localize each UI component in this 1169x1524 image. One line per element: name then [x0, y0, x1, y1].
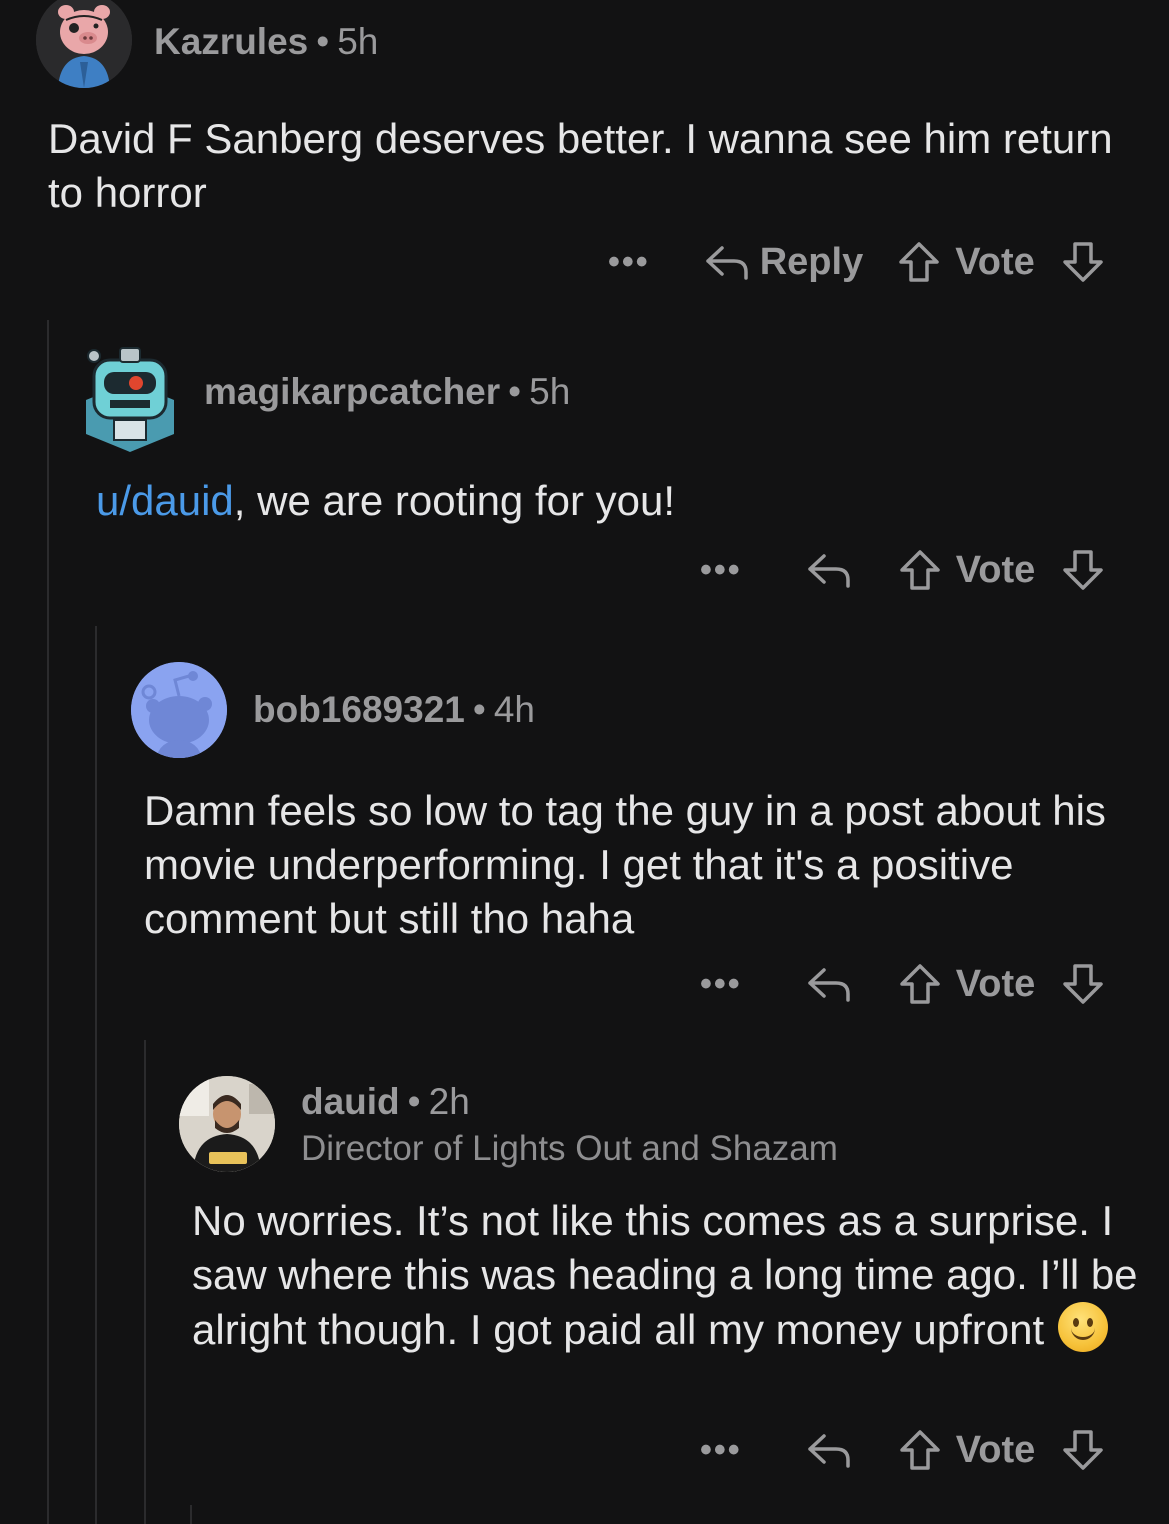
comment-bob1689321: bob1689321 • 4h Damn feels so low to tag t… — [131, 662, 1131, 946]
downvote-arrow-icon — [1062, 242, 1103, 282]
comment-body: No worries. It’s not like this comes as … — [192, 1194, 1142, 1357]
downvote-arrow-icon — [1063, 964, 1103, 1004]
timestamp: 5h — [337, 20, 379, 62]
meta-separator: • — [508, 370, 522, 412]
downvote-arrow-icon — [1063, 550, 1103, 590]
upvote-button[interactable] — [898, 548, 942, 592]
thread-line-level-3[interactable] — [144, 1040, 146, 1524]
reply-button[interactable] — [806, 550, 852, 590]
comment-actions: ••• Reply Vote — [608, 240, 1105, 284]
user-mention-link[interactable]: u/dauid — [96, 477, 234, 524]
reply-button[interactable]: Reply — [704, 241, 897, 284]
robot-avatar-icon — [86, 347, 174, 452]
timestamp: 2h — [428, 1080, 470, 1122]
avatar[interactable] — [80, 342, 180, 454]
timestamp: 5h — [529, 370, 571, 412]
comment-body: David F Sanberg deserves better. I wanna… — [48, 115, 1113, 216]
comment-text: , we are rooting for you! — [233, 477, 676, 524]
more-options-button[interactable]: ••• — [700, 1431, 742, 1470]
more-options-button[interactable]: ••• — [608, 243, 650, 282]
comment-header: Kazrules • 5h — [36, 0, 1136, 88]
reply-arrow-icon — [705, 246, 748, 280]
vote-count: Vote — [955, 240, 1035, 283]
more-options-button[interactable]: ••• — [700, 965, 742, 1004]
upvote-arrow-icon — [899, 964, 940, 1004]
avatar[interactable] — [131, 662, 227, 758]
avatar[interactable] — [36, 0, 132, 88]
meta-separator: • — [472, 688, 486, 730]
slightly-smiling-face-icon — [1058, 1302, 1109, 1352]
thread-line-level-2[interactable] — [95, 626, 97, 1524]
vote-count: Vote — [955, 1428, 1036, 1471]
comment-thread: Kazrules • 5h David F Sanberg deserves bet… — [0, 0, 1169, 1524]
upvote-arrow-icon — [899, 1430, 940, 1470]
comment-meta: dauid • 2h Director of Lights Out and Shaz… — [301, 1080, 838, 1170]
comment-body: Damn feels so low to tag the guy in a po… — [144, 787, 1106, 942]
more-options-button[interactable]: ••• — [700, 551, 742, 590]
reply-button[interactable] — [806, 1430, 852, 1470]
downvote-button[interactable] — [1061, 240, 1105, 284]
upvote-arrow-icon — [899, 242, 939, 282]
reply-arrow-icon — [807, 1434, 850, 1468]
comment-actions: ••• Vote — [700, 962, 1105, 1006]
comment-actions: ••• Vote — [700, 548, 1105, 592]
vote-count: Vote — [955, 962, 1036, 1005]
reply-button[interactable] — [806, 964, 852, 1004]
meta-separator: • — [407, 1080, 421, 1122]
reply-arrow-icon — [807, 554, 850, 588]
thread-line-level-4[interactable] — [190, 1505, 192, 1524]
comment-header: bob1689321 • 4h — [131, 662, 1131, 758]
downvote-arrow-icon — [1063, 1430, 1103, 1470]
comment-meta: Kazrules • 5h — [154, 20, 378, 64]
pig-character-avatar-icon — [36, 0, 132, 88]
vote-count: Vote — [955, 548, 1036, 591]
username[interactable]: Kazrules — [154, 21, 308, 62]
comment-magikarpcatcher: magikarpcatcher • 5h u/dauid, we are rooti… — [80, 342, 1140, 528]
upvote-button[interactable] — [897, 240, 941, 284]
downvote-button[interactable] — [1061, 548, 1105, 592]
username[interactable]: bob1689321 — [253, 689, 465, 730]
comment-meta: bob1689321 • 4h — [253, 688, 535, 732]
upvote-button[interactable] — [898, 1428, 942, 1472]
thread-line-level-1[interactable] — [47, 320, 49, 1524]
user-photo-avatar-icon — [179, 1076, 275, 1172]
reply-arrow-icon — [807, 968, 850, 1002]
comment-header: dauid • 2h Director of Lights Out and Shaz… — [179, 1076, 1139, 1172]
comment-dauid: dauid • 2h Director of Lights Out and Shaz… — [179, 1076, 1139, 1357]
comment-meta: magikarpcatcher • 5h — [204, 370, 570, 414]
upvote-button[interactable] — [898, 962, 942, 1006]
meta-separator: • — [316, 20, 330, 62]
comment-kazrules: Kazrules • 5h David F Sanberg deserves bet… — [36, 0, 1136, 220]
avatar[interactable] — [179, 1076, 275, 1172]
username[interactable]: magikarpcatcher — [204, 371, 500, 412]
downvote-button[interactable] — [1061, 962, 1105, 1006]
default-snoo-avatar-icon — [131, 662, 227, 758]
downvote-button[interactable] — [1061, 1428, 1105, 1472]
username[interactable]: dauid — [301, 1081, 400, 1122]
comment-text: No worries. It’s not like this comes as … — [192, 1197, 1138, 1353]
user-flair: Director of Lights Out and Shazam — [301, 1129, 838, 1169]
comment-actions: ••• Vote — [700, 1428, 1105, 1472]
comment-header: magikarpcatcher • 5h — [80, 342, 1140, 454]
comment-body: u/dauid, we are rooting for you! — [96, 474, 1140, 528]
upvote-arrow-icon — [899, 550, 940, 590]
timestamp: 4h — [493, 688, 535, 730]
reply-label: Reply — [759, 240, 864, 283]
